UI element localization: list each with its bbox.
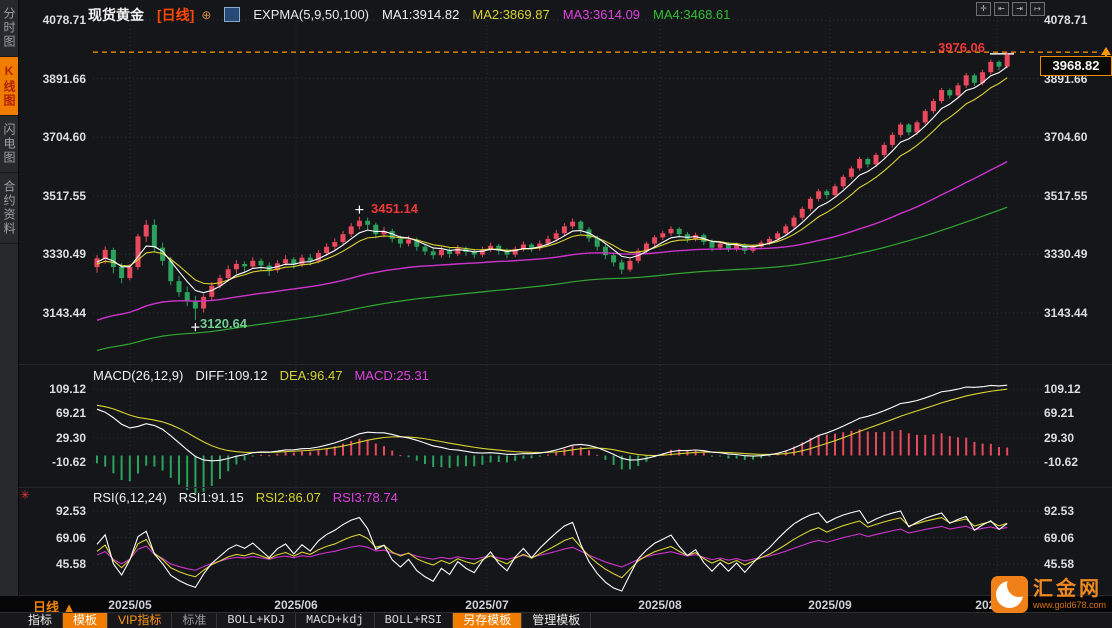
panel-divider[interactable] [19,487,1112,488]
tab-4[interactable]: BOLL+KDJ [217,613,296,628]
template-tab-bar: 指标 模板 VIP指标 标准 BOLL+KDJ MACD+kdj BOLL+RSI 另存模板管… [0,612,1112,628]
date-label: 2025/09 [808,598,852,612]
date-label: 2025/05 [108,598,152,612]
panel-divider[interactable] [19,364,1112,365]
watermark-url: www.gold678.com [1033,600,1107,610]
axis-label: 3517.55 [1044,188,1088,203]
rsi2-value: RSI2:86.07 [255,490,321,505]
sidebar-item-0[interactable]: 分时图 [0,0,18,57]
swing-low-label: 3120.64 [200,316,247,331]
axis-label: 109.12 [49,382,86,396]
axis-label: 29.30 [55,430,86,445]
ma1-value: MA1:3914.82 [382,7,460,22]
price-chart-canvas[interactable] [0,0,1112,628]
axis-label: 45.58 [55,557,86,571]
axis-label: -10.62 [1044,455,1079,469]
rsi-title[interactable]: RSI(6,12,24) [93,490,167,505]
rsi1-value: RSI1:91.15 [178,490,244,505]
chart-type-sidebar: 分时图 K线图 闪电图 合约资料 [0,0,19,596]
last-price-tag: 3968.82 [1040,56,1112,76]
axis-label: 45.58 [1044,557,1075,571]
watermark: 汇金网 www.gold678.com [991,576,1106,613]
tab-7[interactable]: 另存模板 [453,613,523,628]
tab-6[interactable]: BOLL+RSI [375,613,454,628]
macd-diff-value: DIFF:109.12 [195,368,268,383]
axis-label: 109.12 [1044,382,1081,396]
trading-chart-app: 分时图 K线图 闪电图 合约资料 现货黄金 [日线] ⊕ EXPMA(5,9,50,1… [0,0,1112,628]
axis-label: 3704.60 [42,130,86,145]
axis-label: 3143.44 [1044,306,1088,320]
axis-label: 3143.44 [42,306,86,320]
chart-toolbar: ✛ ⇤ ⇥ ↦ [976,2,1045,16]
date-label: 2025/08 [638,598,682,612]
tab-2[interactable]: VIP指标 [108,613,173,628]
axis-label: 3517.55 [42,188,86,203]
period-high-label: 3976.06 [938,40,985,55]
watermark-name: 汇金网 [1033,578,1102,600]
tab-1[interactable]: 模板 [63,613,109,628]
add-indicator-icon[interactable]: ⊕ [201,8,211,22]
axis-shift-right-icon[interactable]: ⇥ [1012,2,1027,16]
axis-label: 69.06 [55,530,86,545]
x-axis-row [0,596,1112,612]
indicator-settings-icon[interactable]: ✳ [20,488,30,502]
pan-icon[interactable]: ✛ [976,2,991,16]
axis-label: 3891.66 [42,71,86,86]
axis-label: 3704.60 [1044,130,1088,145]
axis-label: 69.06 [1044,530,1075,545]
axis-shift-left-icon[interactable]: ⇤ [994,2,1009,16]
axis-label: 69.21 [1044,406,1075,421]
axis-label: 4078.71 [42,13,86,27]
huijin-logo-icon [991,576,1028,613]
tab-3[interactable]: 标准 [172,613,218,628]
indicator-thumbnail-icon[interactable] [224,7,241,22]
axis-label: 92.53 [55,504,86,518]
tab-5[interactable]: MACD+kdj [296,613,375,628]
ma4-value: MA4:3468.61 [653,7,731,22]
symbol-name: 现货黄金 [88,6,144,23]
rsi-panel-title: RSI(6,12,24) RSI1:91.15 RSI2:86.07 RSI3:… [93,490,398,505]
macd-title[interactable]: MACD(26,12,9) [93,368,183,383]
rsi3-value: RSI3:78.74 [332,490,398,505]
axis-label: -10.62 [51,455,86,469]
period-tag[interactable]: [日线] [157,5,194,25]
axis-label: 92.53 [1044,504,1075,518]
axis-expand-icon[interactable]: ↦ [1030,2,1045,16]
sidebar-item-1[interactable]: K线图 [0,57,18,116]
axis-label: 4078.71 [1044,13,1088,27]
sidebar-item-2[interactable]: 闪电图 [0,116,18,173]
axis-label: 29.30 [1044,430,1075,445]
expma-label: EXPMA(5,9,50,100) [253,7,370,22]
axis-label: 3330.49 [42,247,86,262]
tab-0[interactable]: 指标 [18,613,64,628]
macd-dea-value: DEA:96.47 [279,368,343,383]
date-label: 2025/06 [274,598,318,612]
date-label: 2025/07 [465,598,509,612]
macd-value: MACD:25.31 [354,368,429,383]
chart-header: 现货黄金 [日线] ⊕ EXPMA(5,9,50,100) MA1:3914.8… [88,5,730,24]
sidebar-item-3[interactable]: 合约资料 [0,173,18,244]
ma3-value: MA3:3614.09 [562,7,641,22]
ma2-value: MA2:3869.87 [472,7,550,22]
swing-high-label: 3451.14 [371,201,418,216]
macd-panel-title: MACD(26,12,9) DIFF:109.12 DEA:96.47 MACD… [93,368,429,383]
axis-label: 69.21 [55,406,86,421]
tab-8[interactable]: 管理模板 [522,613,592,628]
axis-label: 3330.49 [1044,247,1088,262]
